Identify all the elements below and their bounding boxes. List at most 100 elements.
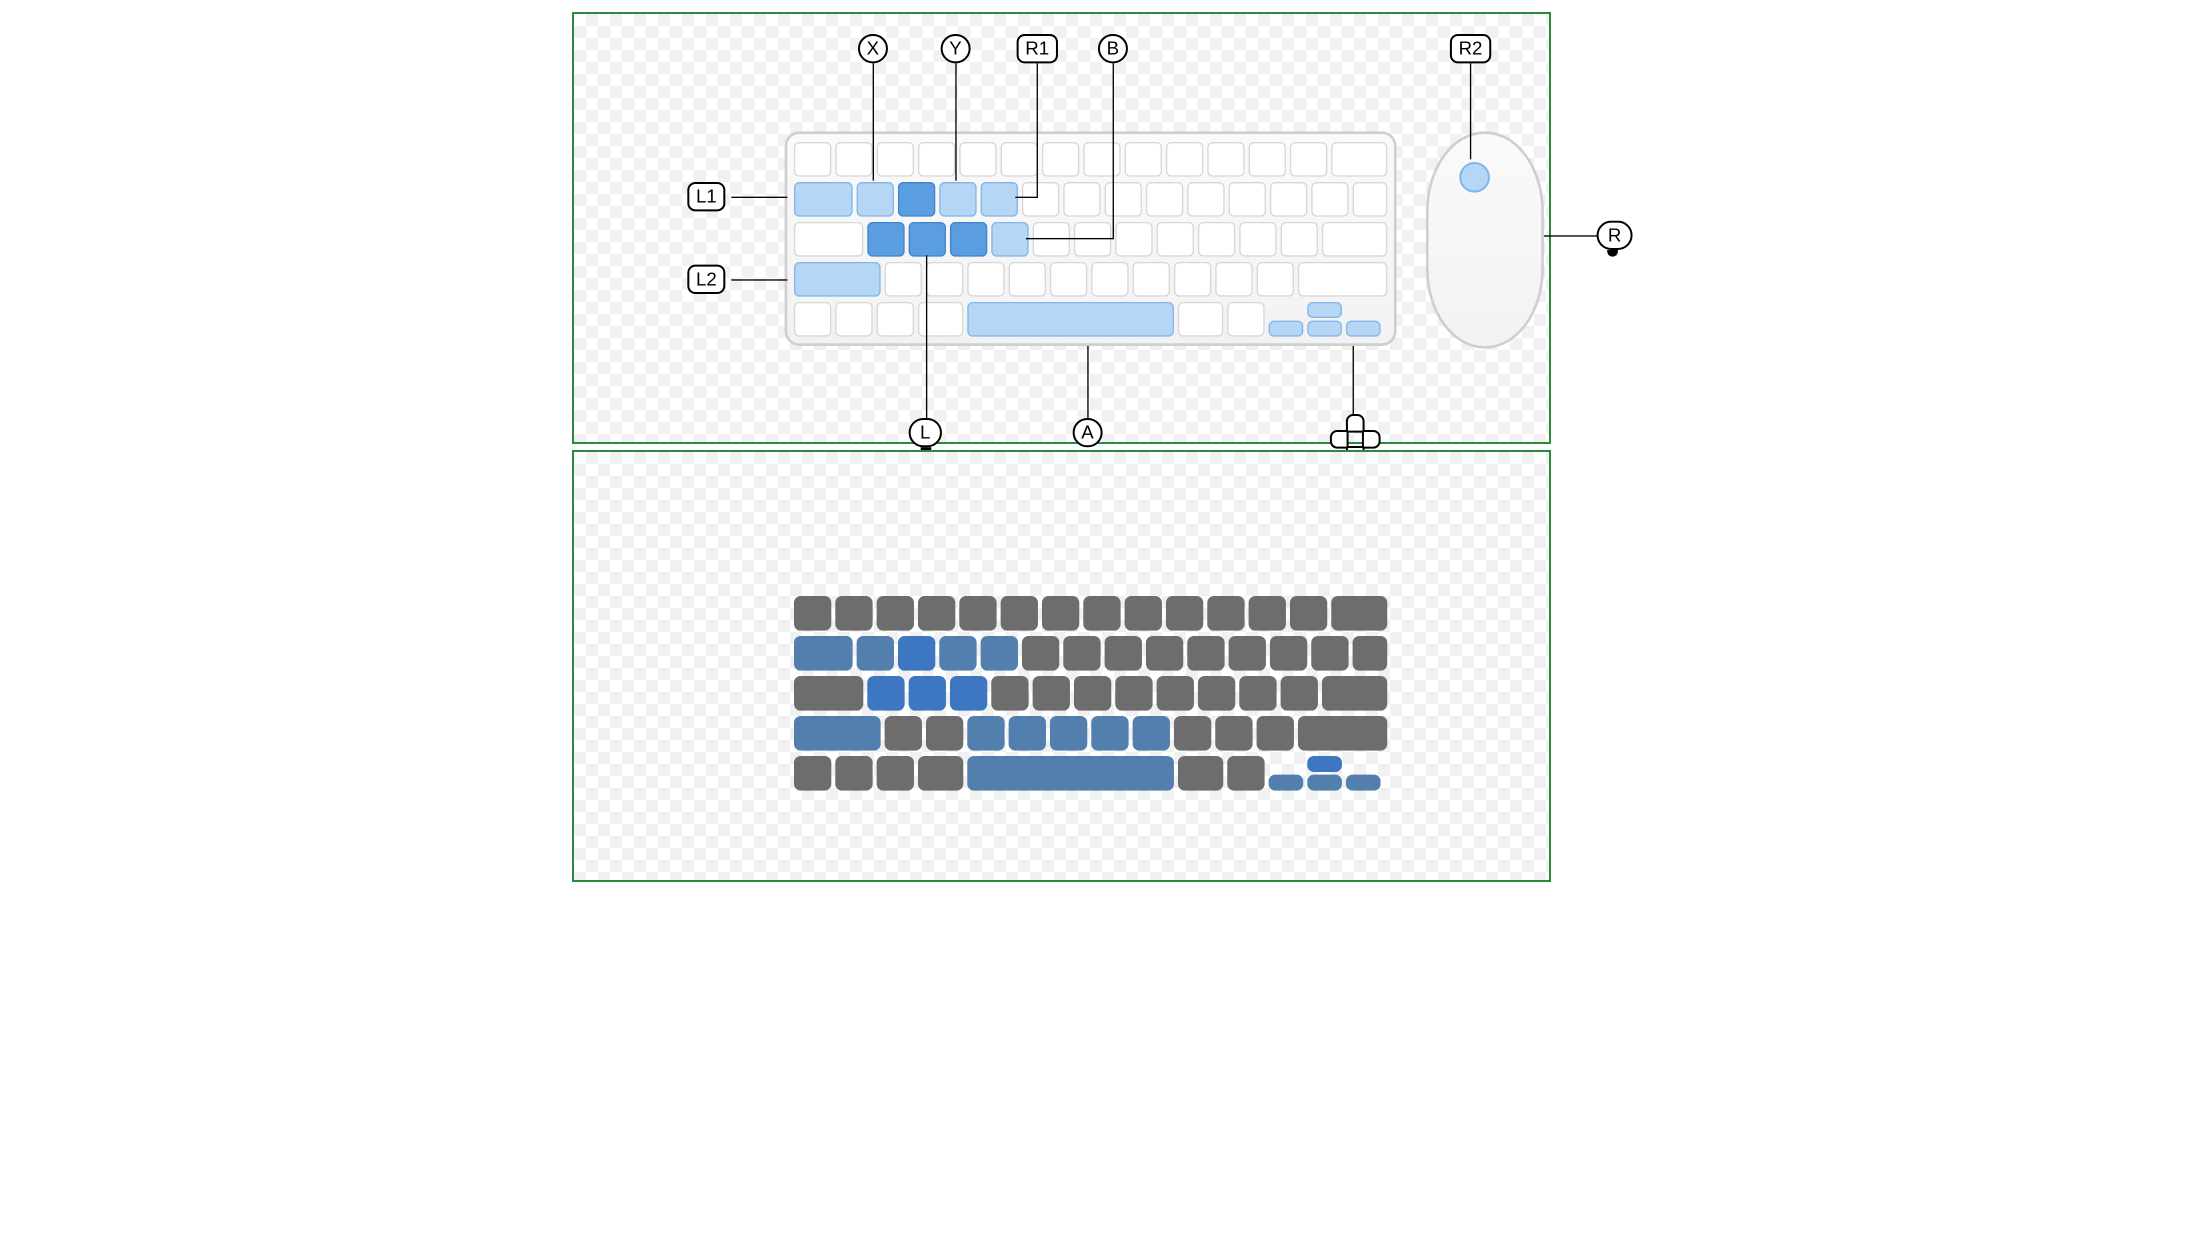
key-caps bbox=[794, 222, 863, 257]
key-v bbox=[1009, 262, 1046, 297]
dk-r1-5 bbox=[959, 596, 996, 631]
key-b bbox=[1050, 262, 1087, 297]
key-q bbox=[857, 182, 894, 217]
key-bslash bbox=[1353, 182, 1388, 217]
dk-slash bbox=[1257, 716, 1294, 751]
callout-y: Y bbox=[941, 34, 971, 63]
key-slash bbox=[1257, 262, 1294, 297]
dk-lcmd bbox=[918, 756, 963, 791]
key-period bbox=[1215, 262, 1252, 297]
leader-b-v bbox=[1113, 63, 1114, 238]
leader-dpad bbox=[1353, 346, 1354, 415]
panel-dark bbox=[572, 450, 1551, 882]
dk-k bbox=[1157, 676, 1194, 711]
key-quote bbox=[1281, 222, 1318, 257]
key-y bbox=[1063, 182, 1100, 217]
page: X Y R1 B R2 L1 L2 R bbox=[366, 0, 1832, 825]
key-lcmd bbox=[918, 302, 963, 337]
dk-w bbox=[898, 636, 935, 671]
label-a: A bbox=[1081, 422, 1093, 443]
label-b: B bbox=[1107, 38, 1119, 59]
key-rcmd bbox=[1178, 302, 1223, 337]
dk-rbr bbox=[1311, 636, 1348, 671]
callout-x: X bbox=[858, 34, 888, 63]
key-r1-8 bbox=[1083, 142, 1120, 177]
dk-s bbox=[909, 676, 946, 711]
key-semi bbox=[1239, 222, 1276, 257]
key-rbracket bbox=[1311, 182, 1348, 217]
dk-r1-10 bbox=[1166, 596, 1203, 631]
key-p bbox=[1229, 182, 1266, 217]
dpad-left-icon bbox=[1330, 430, 1349, 449]
dk-space bbox=[967, 756, 1174, 791]
dk-ctrl bbox=[835, 756, 872, 791]
label-x: X bbox=[867, 38, 879, 59]
dk-i bbox=[1146, 636, 1183, 671]
key-r1-6 bbox=[1001, 142, 1038, 177]
key-f bbox=[991, 222, 1028, 257]
key-r1-2 bbox=[835, 142, 872, 177]
leader-a bbox=[1087, 346, 1088, 421]
key-s bbox=[909, 222, 946, 257]
dpad-right-icon bbox=[1362, 430, 1381, 449]
key-r1-4 bbox=[918, 142, 955, 177]
dk-lalt bbox=[877, 756, 914, 791]
dk-b bbox=[1050, 716, 1087, 751]
stick-nub-r bbox=[1607, 250, 1618, 257]
key-k bbox=[1157, 222, 1194, 257]
key-l bbox=[1198, 222, 1235, 257]
dk-bsl bbox=[1353, 636, 1388, 671]
key-r1-9 bbox=[1125, 142, 1162, 177]
callout-r1: R1 bbox=[1017, 34, 1058, 63]
dk-h bbox=[1074, 676, 1111, 711]
dk-z bbox=[885, 716, 922, 751]
dk-p bbox=[1229, 636, 1266, 671]
key-ctrl bbox=[835, 302, 872, 337]
dk-d bbox=[950, 676, 987, 711]
dk-j bbox=[1115, 676, 1152, 711]
dk-r1-8 bbox=[1083, 596, 1120, 631]
key-up bbox=[1307, 302, 1342, 318]
callout-r2: R2 bbox=[1450, 34, 1491, 63]
key-comma bbox=[1174, 262, 1211, 297]
stage-dark bbox=[574, 452, 1551, 884]
dk-r1-1 bbox=[794, 596, 831, 631]
key-n bbox=[1091, 262, 1128, 297]
dk-period bbox=[1215, 716, 1252, 751]
dk-x bbox=[926, 716, 963, 751]
label-r: R bbox=[1608, 225, 1621, 246]
key-ralt bbox=[1227, 302, 1264, 337]
callout-b: B bbox=[1098, 34, 1128, 63]
dk-ralt bbox=[1227, 756, 1264, 791]
stage-light: X Y R1 B R2 L1 L2 R bbox=[574, 14, 1551, 446]
label-l: L bbox=[920, 422, 930, 443]
mouse-scroll-area bbox=[1459, 162, 1490, 193]
key-r1-11 bbox=[1207, 142, 1244, 177]
dk-rcmd bbox=[1178, 756, 1223, 791]
key-r1-1 bbox=[794, 142, 831, 177]
leader-r1-v bbox=[1037, 63, 1038, 196]
key-left bbox=[1269, 321, 1304, 337]
key-rshift bbox=[1298, 262, 1387, 297]
callout-a: A bbox=[1073, 418, 1103, 447]
leader-r bbox=[1544, 235, 1597, 236]
dk-v bbox=[1009, 716, 1046, 751]
dk-r1-9 bbox=[1125, 596, 1162, 631]
panel-light: X Y R1 B R2 L1 L2 R bbox=[572, 12, 1551, 444]
dk-a bbox=[867, 676, 904, 711]
dk-r1-2 bbox=[835, 596, 872, 631]
key-w bbox=[898, 182, 935, 217]
key-x bbox=[926, 262, 963, 297]
leader-x bbox=[873, 63, 874, 180]
label-r2: R2 bbox=[1459, 38, 1483, 59]
dk-o bbox=[1187, 636, 1224, 671]
key-r1-13 bbox=[1290, 142, 1327, 177]
dk-r1-6 bbox=[1001, 596, 1038, 631]
key-o bbox=[1187, 182, 1224, 217]
key-c bbox=[967, 262, 1004, 297]
dk-g bbox=[1033, 676, 1070, 711]
dk-r1-11 bbox=[1207, 596, 1244, 631]
leader-l bbox=[926, 255, 927, 418]
dk-y bbox=[1063, 636, 1100, 671]
dk-u bbox=[1105, 636, 1142, 671]
